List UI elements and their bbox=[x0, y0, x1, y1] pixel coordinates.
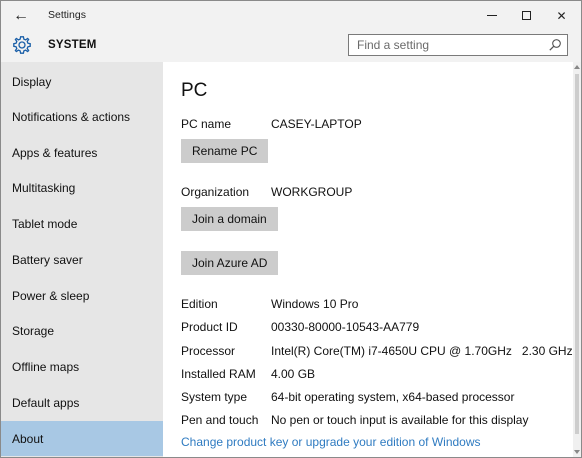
sidebar-item-power-sleep[interactable]: Power & sleep bbox=[1, 278, 163, 313]
rename-pc-button[interactable]: Rename PC bbox=[181, 139, 269, 163]
maximize-button[interactable] bbox=[509, 1, 544, 30]
sidebar-item-multitasking[interactable]: Multitasking bbox=[1, 170, 163, 205]
sidebar-item-display[interactable]: Display bbox=[1, 64, 163, 99]
search-box[interactable] bbox=[348, 34, 568, 56]
scroll-up-icon[interactable] bbox=[574, 65, 580, 69]
main-content: PC PC name CASEY-LAPTOP Rename PC Organi… bbox=[163, 62, 581, 457]
spec-label-product-id: Product ID bbox=[181, 320, 238, 334]
spec-value-product-id: 00330-80000-10543-AA779 bbox=[271, 320, 420, 334]
organization-label: Organization bbox=[181, 185, 250, 199]
scroll-down-icon[interactable] bbox=[574, 450, 580, 454]
sidebar-item-apps-features[interactable]: Apps & features bbox=[1, 135, 163, 170]
scroll-thumb[interactable] bbox=[575, 74, 579, 434]
minimize-button[interactable] bbox=[474, 1, 509, 30]
sidebar: Display Notifications & actions Apps & f… bbox=[1, 62, 163, 457]
window-title: Settings bbox=[48, 9, 86, 21]
pc-name-label: PC name bbox=[181, 117, 232, 131]
sidebar-item-offline-maps[interactable]: Offline maps bbox=[1, 349, 163, 384]
close-icon: ✕ bbox=[556, 8, 567, 23]
spec-value-pen-touch: No pen or touch input is available for t… bbox=[271, 413, 529, 427]
spec-label-system-type: System type bbox=[181, 390, 248, 404]
spec-value-installed-ram: 4.00 GB bbox=[271, 367, 316, 381]
close-button[interactable]: ✕ bbox=[544, 1, 579, 30]
pc-name-value: CASEY-LAPTOP bbox=[271, 117, 362, 131]
sidebar-item-default-apps[interactable]: Default apps bbox=[1, 385, 163, 420]
title-bar: ← Settings ✕ bbox=[1, 1, 581, 30]
join-azure-ad-button[interactable]: Join Azure AD bbox=[181, 251, 279, 275]
sidebar-item-storage[interactable]: Storage bbox=[1, 313, 163, 348]
page-title: PC bbox=[181, 80, 208, 101]
settings-window: ← Settings ✕ SYSTEM Display bbox=[0, 0, 582, 458]
maximize-icon bbox=[522, 11, 531, 20]
spec-label-processor: Processor bbox=[181, 344, 236, 358]
organization-value: WORKGROUP bbox=[271, 185, 353, 199]
spec-label-pen-touch: Pen and touch bbox=[181, 413, 259, 427]
search-input[interactable] bbox=[349, 35, 539, 55]
spec-value-system-type: 64-bit operating system, x64-based proce… bbox=[271, 390, 515, 404]
section-title: SYSTEM bbox=[48, 39, 97, 51]
sidebar-item-tablet-mode[interactable]: Tablet mode bbox=[1, 206, 163, 241]
change-product-key-link[interactable]: Change product key or upgrade your editi… bbox=[181, 435, 481, 449]
sidebar-item-battery-saver[interactable]: Battery saver bbox=[1, 242, 163, 277]
spec-value-edition: Windows 10 Pro bbox=[271, 297, 359, 311]
join-domain-button[interactable]: Join a domain bbox=[181, 207, 278, 231]
sidebar-item-notifications[interactable]: Notifications & actions bbox=[1, 99, 163, 134]
page-header: SYSTEM bbox=[1, 30, 581, 62]
minimize-icon bbox=[486, 15, 497, 16]
vertical-scrollbar[interactable] bbox=[573, 62, 581, 457]
search-icon[interactable] bbox=[548, 38, 562, 52]
sidebar-item-about[interactable]: About bbox=[1, 421, 163, 456]
back-arrow-icon[interactable]: ← bbox=[1, 1, 41, 30]
spec-label-edition: Edition bbox=[181, 297, 218, 311]
spec-value-processor: Intel(R) Core(TM) i7-4650U CPU @ 1.70GHz… bbox=[271, 344, 573, 358]
gear-icon bbox=[13, 36, 31, 54]
spec-label-installed-ram: Installed RAM bbox=[181, 367, 256, 381]
